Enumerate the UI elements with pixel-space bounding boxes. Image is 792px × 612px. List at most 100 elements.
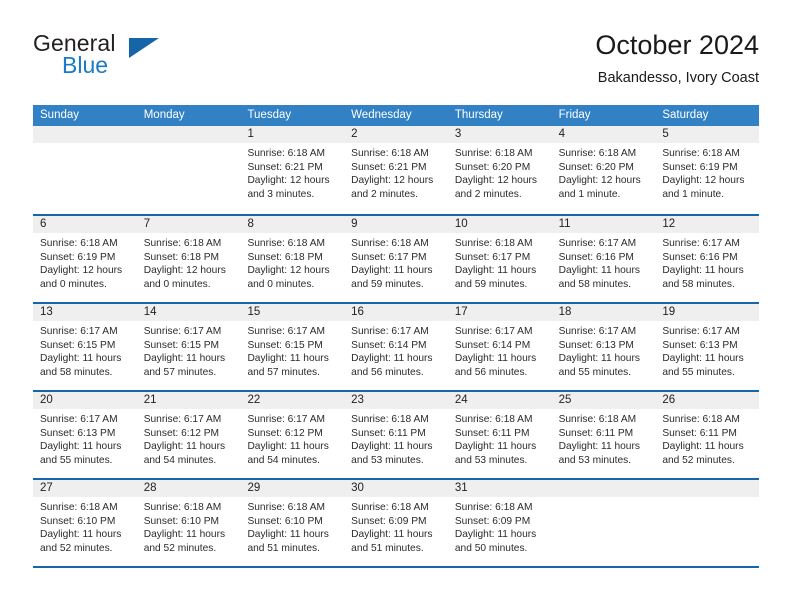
calendar-day-cell[interactable]: 27 Sunrise: 6:18 AM Sunset: 6:10 PM Dayligh… xyxy=(33,480,137,566)
daylight-text: Daylight: 12 hours and 2 minutes. xyxy=(454,175,537,200)
day-number: 3 xyxy=(447,126,552,143)
daylight-text: Daylight: 12 hours and 3 minutes. xyxy=(247,175,330,200)
calendar-day-cell[interactable]: 20 Sunrise: 6:17 AM Sunset: 6:13 PM Dayligh… xyxy=(33,392,137,478)
calendar-grid: Sunday Monday Tuesday Wednesday Thursday Frid… xyxy=(33,105,760,568)
calendar-day-cell[interactable]: 31 Sunrise: 6:18 AM Sunset: 6:09 PM Dayligh… xyxy=(447,480,552,566)
calendar-day-cell[interactable]: 10 Sunrise: 6:18 AM Sunset: 6:17 PM Dayligh… xyxy=(447,216,552,302)
day-number: 14 xyxy=(136,304,241,321)
sunset-text: Sunset: 6:19 PM xyxy=(662,161,738,173)
daylight-text: Daylight: 11 hours and 55 minutes. xyxy=(40,441,122,466)
calendar-day-cell[interactable]: 12 Sunrise: 6:17 AM Sunset: 6:16 PM Dayligh… xyxy=(655,216,760,302)
sunset-text: Sunset: 6:12 PM xyxy=(247,427,323,439)
calendar-day-cell[interactable]: 8 Sunrise: 6:18 AM Sunset: 6:18 PM Daylight… xyxy=(240,216,345,302)
sunrise-text: Sunrise: 6:17 AM xyxy=(40,414,118,425)
day-number: 29 xyxy=(240,480,345,497)
generalblue-logo[interactable]: General Blue xyxy=(33,28,233,90)
day-number xyxy=(551,480,656,497)
sunrise-text: Sunrise: 6:17 AM xyxy=(454,326,533,337)
sunset-text: Sunset: 6:09 PM xyxy=(351,515,427,527)
day-sun-info: Sunrise: 6:18 AM Sunset: 6:21 PM Daylight:… xyxy=(344,143,448,201)
sunrise-text: Sunrise: 6:17 AM xyxy=(247,326,326,337)
sunrise-text: Sunrise: 6:17 AM xyxy=(143,414,222,425)
day-number: 4 xyxy=(551,126,656,143)
calendar-day-cell[interactable]: 16 Sunrise: 6:17 AM Sunset: 6:14 PM Dayligh… xyxy=(344,304,448,390)
calendar-day-cell[interactable]: 29 Sunrise: 6:18 AM Sunset: 6:10 PM Dayligh… xyxy=(240,480,345,566)
day-number xyxy=(136,126,241,143)
day-number: 12 xyxy=(655,216,760,233)
day-sun-info: Sunrise: 6:18 AM Sunset: 6:11 PM Daylight:… xyxy=(448,409,552,467)
calendar-day-cell[interactable]: 13 Sunrise: 6:17 AM Sunset: 6:15 PM Dayligh… xyxy=(33,304,137,390)
calendar-day-cell[interactable]: 3 Sunrise: 6:18 AM Sunset: 6:20 PM Daylight… xyxy=(447,126,552,214)
calendar-day-cell[interactable]: 6 Sunrise: 6:18 AM Sunset: 6:19 PM Daylight… xyxy=(33,216,137,302)
calendar-day-cell-empty xyxy=(33,126,137,214)
calendar-day-cell[interactable]: 15 Sunrise: 6:17 AM Sunset: 6:15 PM Dayligh… xyxy=(240,304,345,390)
day-sun-info: Sunrise: 6:17 AM Sunset: 6:13 PM Daylight:… xyxy=(655,321,759,379)
day-number: 26 xyxy=(655,392,760,409)
calendar-day-cell[interactable]: 1 Sunrise: 6:18 AM Sunset: 6:21 PM Daylight… xyxy=(240,126,345,214)
sunrise-text: Sunrise: 6:18 AM xyxy=(454,238,533,249)
daylight-text: Daylight: 12 hours and 1 minute. xyxy=(662,175,745,200)
sunset-text: Sunset: 6:14 PM xyxy=(351,339,427,351)
day-number: 25 xyxy=(551,392,656,409)
calendar-day-cell[interactable]: 28 Sunrise: 6:18 AM Sunset: 6:10 PM Dayligh… xyxy=(136,480,241,566)
day-number: 19 xyxy=(655,304,760,321)
day-number: 6 xyxy=(33,216,137,233)
sunrise-text: Sunrise: 6:17 AM xyxy=(558,326,637,337)
sunset-text: Sunset: 6:12 PM xyxy=(143,427,220,439)
day-sun-info: Sunrise: 6:18 AM Sunset: 6:11 PM Daylight:… xyxy=(655,409,759,467)
day-sun-info: Sunrise: 6:18 AM Sunset: 6:18 PM Daylight:… xyxy=(240,233,344,291)
sunset-text: Sunset: 6:11 PM xyxy=(662,427,737,439)
calendar-day-cell[interactable]: 18 Sunrise: 6:17 AM Sunset: 6:13 PM Dayligh… xyxy=(551,304,656,390)
weekday-header-monday: Monday xyxy=(143,109,185,121)
calendar-day-cell[interactable]: 5 Sunrise: 6:18 AM Sunset: 6:19 PM Daylight… xyxy=(655,126,760,214)
calendar-day-cell[interactable]: 22 Sunrise: 6:17 AM Sunset: 6:12 PM Dayligh… xyxy=(240,392,345,478)
day-number: 1 xyxy=(240,126,345,143)
calendar-day-cell[interactable]: 26 Sunrise: 6:18 AM Sunset: 6:11 PM Dayligh… xyxy=(655,392,760,478)
day-sun-info: Sunrise: 6:18 AM Sunset: 6:10 PM Daylight:… xyxy=(33,497,137,555)
daylight-text: Daylight: 12 hours and 0 minutes. xyxy=(247,265,330,290)
page-subtitle: Bakandesso, Ivory Coast xyxy=(597,70,759,86)
day-number: 22 xyxy=(240,392,345,409)
day-sun-info: Sunrise: 6:17 AM Sunset: 6:16 PM Daylight:… xyxy=(655,233,759,291)
weekday-header-wednesday: Wednesday xyxy=(351,109,412,121)
calendar-day-cell[interactable]: 4 Sunrise: 6:18 AM Sunset: 6:20 PM Daylight… xyxy=(551,126,656,214)
daylight-text: Daylight: 11 hours and 58 minutes. xyxy=(662,265,744,290)
calendar-day-cell[interactable]: 24 Sunrise: 6:18 AM Sunset: 6:11 PM Dayligh… xyxy=(447,392,552,478)
day-number: 2 xyxy=(344,126,448,143)
sunrise-text: Sunrise: 6:17 AM xyxy=(351,326,429,337)
sunrise-text: Sunrise: 6:17 AM xyxy=(247,414,326,425)
sunset-text: Sunset: 6:21 PM xyxy=(351,161,427,173)
calendar-day-cell[interactable]: 25 Sunrise: 6:18 AM Sunset: 6:11 PM Dayligh… xyxy=(551,392,656,478)
grid-bottom-rule xyxy=(33,566,759,568)
day-sun-info: Sunrise: 6:17 AM Sunset: 6:13 PM Daylight:… xyxy=(552,321,656,379)
day-sun-info: Sunrise: 6:18 AM Sunset: 6:11 PM Daylight:… xyxy=(552,409,656,467)
day-number: 30 xyxy=(344,480,448,497)
sunset-text: Sunset: 6:13 PM xyxy=(558,339,634,351)
day-number: 23 xyxy=(344,392,448,409)
calendar-day-cell[interactable]: 11 Sunrise: 6:17 AM Sunset: 6:16 PM Dayligh… xyxy=(551,216,656,302)
calendar-day-cell[interactable]: 17 Sunrise: 6:17 AM Sunset: 6:14 PM Dayligh… xyxy=(447,304,552,390)
calendar-day-cell[interactable]: 14 Sunrise: 6:17 AM Sunset: 6:15 PM Dayligh… xyxy=(136,304,241,390)
day-sun-info: Sunrise: 6:17 AM Sunset: 6:12 PM Daylight:… xyxy=(137,409,241,467)
sunset-text: Sunset: 6:19 PM xyxy=(40,251,116,263)
sunrise-text: Sunrise: 6:18 AM xyxy=(143,238,222,249)
calendar-day-cell[interactable]: 7 Sunrise: 6:18 AM Sunset: 6:18 PM Daylight… xyxy=(136,216,241,302)
sunrise-text: Sunrise: 6:18 AM xyxy=(454,148,533,159)
calendar-day-cell[interactable]: 21 Sunrise: 6:17 AM Sunset: 6:12 PM Dayligh… xyxy=(136,392,241,478)
sunset-text: Sunset: 6:18 PM xyxy=(247,251,323,263)
calendar-day-cell[interactable]: 23 Sunrise: 6:18 AM Sunset: 6:11 PM Dayligh… xyxy=(344,392,448,478)
calendar-day-cell[interactable]: 30 Sunrise: 6:18 AM Sunset: 6:09 PM Dayligh… xyxy=(344,480,448,566)
day-sun-info: Sunrise: 6:17 AM Sunset: 6:16 PM Daylight:… xyxy=(552,233,656,291)
logo-text-blue: Blue xyxy=(62,52,109,78)
calendar-day-cell[interactable]: 2 Sunrise: 6:18 AM Sunset: 6:21 PM Daylight… xyxy=(344,126,448,214)
day-sun-info: Sunrise: 6:18 AM Sunset: 6:11 PM Daylight:… xyxy=(344,409,448,467)
calendar-day-cell[interactable]: 9 Sunrise: 6:18 AM Sunset: 6:17 PM Daylight… xyxy=(344,216,448,302)
day-number: 20 xyxy=(33,392,137,409)
daylight-text: Daylight: 11 hours and 52 minutes. xyxy=(40,529,122,554)
sunset-text: Sunset: 6:21 PM xyxy=(247,161,323,173)
daylight-text: Daylight: 11 hours and 56 minutes. xyxy=(351,353,433,378)
day-sun-info: Sunrise: 6:18 AM Sunset: 6:10 PM Daylight:… xyxy=(137,497,241,555)
day-sun-info: Sunrise: 6:17 AM Sunset: 6:15 PM Daylight:… xyxy=(240,321,344,379)
calendar-day-cell[interactable]: 19 Sunrise: 6:17 AM Sunset: 6:13 PM Dayligh… xyxy=(655,304,760,390)
day-sun-info: Sunrise: 6:18 AM Sunset: 6:20 PM Daylight:… xyxy=(552,143,656,201)
